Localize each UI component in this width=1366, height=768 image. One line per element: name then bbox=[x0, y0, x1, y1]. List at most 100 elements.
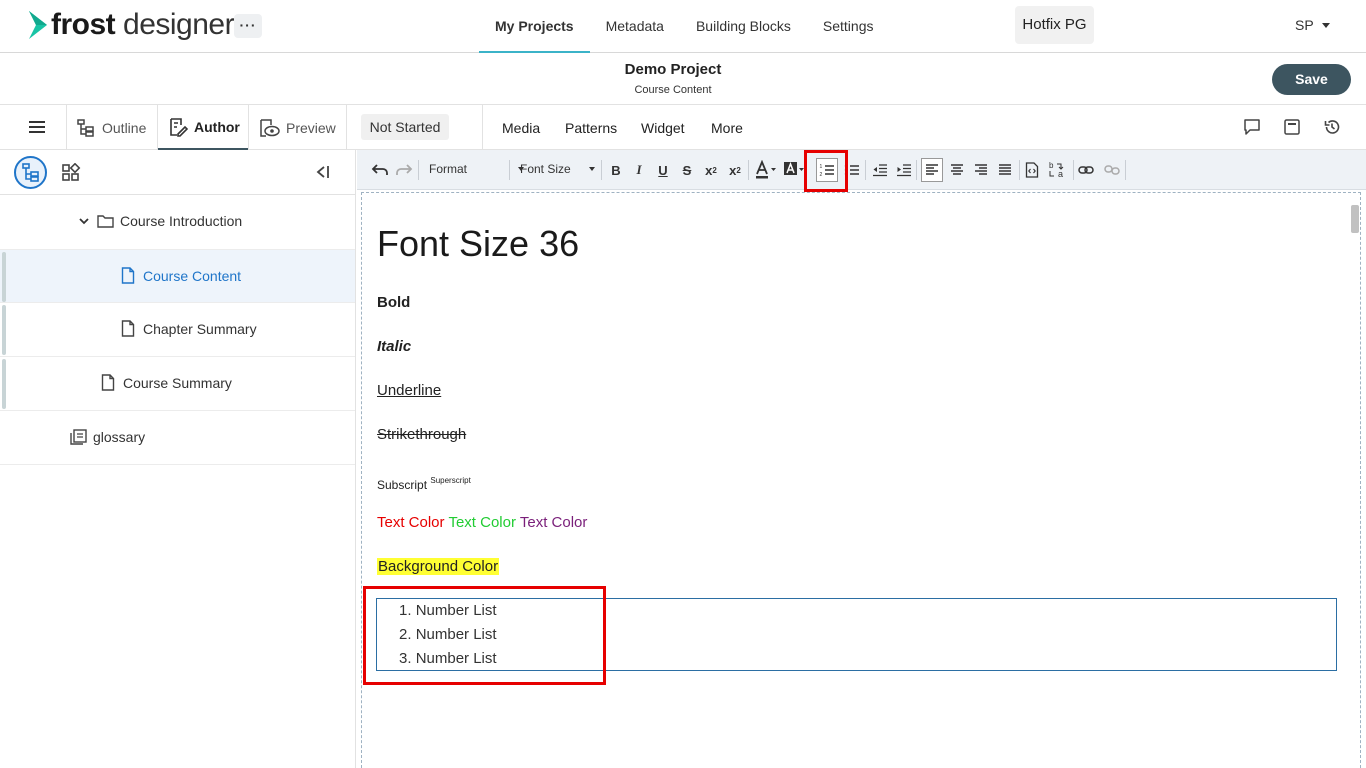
tree-item-label: Course Introduction bbox=[120, 213, 243, 229]
indent-icon bbox=[897, 164, 911, 177]
nav-building-blocks[interactable]: Building Blocks bbox=[680, 0, 807, 53]
align-right-button[interactable] bbox=[972, 159, 990, 181]
hamburger-menu-icon[interactable] bbox=[29, 121, 45, 133]
indent-button[interactable] bbox=[895, 159, 913, 181]
source-code-button[interactable] bbox=[1023, 159, 1041, 181]
tab-preview[interactable]: Preview bbox=[258, 105, 348, 150]
more-options-button[interactable]: ··· bbox=[234, 14, 262, 38]
logo-chevron-icon bbox=[29, 11, 47, 39]
italic-button[interactable]: I bbox=[631, 159, 647, 181]
editor-toolbar: Format Font Size B I U S x2 x2 12 b a bbox=[357, 150, 1366, 190]
blocks-grid-icon[interactable] bbox=[61, 163, 81, 183]
user-initials: SP bbox=[1295, 17, 1314, 33]
superscript-button[interactable]: x2 bbox=[726, 159, 744, 181]
undo-icon[interactable] bbox=[371, 159, 389, 181]
format-label: Format bbox=[429, 162, 468, 176]
tree-item-glossary[interactable]: glossary bbox=[0, 411, 355, 465]
insert-media[interactable]: Media bbox=[502, 105, 540, 150]
tab-author[interactable]: Author bbox=[158, 105, 248, 150]
justify-button[interactable] bbox=[996, 159, 1014, 181]
align-center-icon bbox=[951, 164, 963, 175]
subscript-button[interactable]: x2 bbox=[702, 159, 720, 181]
project-subtitle: Course Content bbox=[634, 84, 712, 96]
history-icon[interactable] bbox=[1323, 118, 1341, 136]
collapse-panel-icon[interactable] bbox=[315, 165, 331, 179]
tab-author-label: Author bbox=[194, 118, 240, 135]
tree-view-button[interactable] bbox=[14, 156, 47, 189]
toolbar-divider bbox=[865, 160, 866, 180]
outdent-button[interactable] bbox=[871, 159, 889, 181]
align-right-icon bbox=[975, 164, 987, 175]
chevron-down-icon[interactable] bbox=[78, 215, 90, 227]
tree-item-course-introduction[interactable]: Course Introduction bbox=[0, 195, 355, 249]
page-icon bbox=[121, 267, 135, 284]
project-header: Demo Project Course Content Save bbox=[0, 53, 1366, 105]
comment-icon[interactable] bbox=[1243, 118, 1261, 136]
content-strikethrough-text[interactable]: Strikethrough bbox=[377, 426, 466, 443]
align-left-button[interactable] bbox=[921, 158, 943, 182]
content-color-text[interactable]: Text Color Text Color Text Color bbox=[377, 514, 587, 531]
content-heading[interactable]: Font Size 36 bbox=[377, 223, 579, 265]
user-menu[interactable]: SP bbox=[1295, 17, 1330, 33]
mode-bar: Outline Author Preview Not Started Media… bbox=[0, 105, 1366, 150]
link-icon bbox=[1078, 166, 1094, 174]
unlink-button[interactable] bbox=[1103, 159, 1121, 181]
caret-down-icon bbox=[1321, 23, 1330, 28]
svg-text:a: a bbox=[1058, 169, 1063, 179]
top-navigation: frost designer ··· My Projects Metadata … bbox=[0, 0, 1366, 53]
toolbar-divider bbox=[1073, 160, 1074, 180]
unlink-icon bbox=[1104, 165, 1120, 175]
insert-link-button[interactable] bbox=[1077, 159, 1095, 181]
panel-icon[interactable] bbox=[1283, 118, 1301, 136]
nav-my-projects[interactable]: My Projects bbox=[479, 0, 590, 53]
main-nav: My Projects Metadata Building Blocks Set… bbox=[479, 0, 890, 53]
status-badge[interactable]: Not Started bbox=[361, 114, 449, 140]
source-code-icon bbox=[1025, 162, 1039, 178]
save-button[interactable]: Save bbox=[1272, 64, 1351, 95]
workspace-selector[interactable]: Hotfix PG bbox=[1015, 6, 1094, 44]
content-underline-text[interactable]: Underline bbox=[377, 382, 441, 399]
content-italic-text[interactable]: Italic bbox=[377, 338, 411, 355]
redo-icon[interactable] bbox=[395, 159, 413, 181]
dropdown-caret-icon bbox=[588, 167, 595, 171]
toolbar-divider bbox=[509, 160, 510, 180]
text-color-button[interactable] bbox=[754, 159, 778, 181]
nav-metadata[interactable]: Metadata bbox=[590, 0, 680, 53]
font-size-dropdown[interactable]: Font Size bbox=[520, 162, 595, 176]
background-color-icon bbox=[784, 161, 804, 175]
tree-item-label: Chapter Summary bbox=[143, 321, 257, 337]
align-center-button[interactable] bbox=[948, 159, 966, 181]
tree-view-icon bbox=[22, 163, 39, 182]
indent-bar bbox=[2, 305, 6, 355]
toolbar-divider bbox=[748, 160, 749, 180]
frost-designer-logo[interactable]: frost designer bbox=[27, 8, 235, 42]
insert-more[interactable]: More bbox=[711, 105, 743, 150]
divider bbox=[346, 105, 347, 150]
page-icon bbox=[101, 374, 115, 391]
superscript-text: Superscript bbox=[430, 476, 471, 485]
glossary-icon bbox=[70, 429, 87, 445]
underline-button[interactable]: U bbox=[655, 159, 671, 181]
strikethrough-button[interactable]: S bbox=[679, 159, 695, 181]
svg-text:b: b bbox=[1049, 161, 1054, 170]
tree-item-chapter-summary[interactable]: Chapter Summary bbox=[0, 303, 355, 357]
page-icon bbox=[121, 320, 135, 337]
nav-settings[interactable]: Settings bbox=[807, 0, 890, 53]
folder-icon bbox=[97, 215, 114, 228]
toolbar-divider bbox=[1019, 160, 1020, 180]
text-color-green: Text Color bbox=[448, 514, 516, 531]
content-sub-super-text[interactable]: Subscript Superscript bbox=[377, 476, 471, 492]
find-replace-button[interactable]: ba bbox=[1047, 159, 1069, 181]
editor-scrollbar[interactable] bbox=[1351, 205, 1359, 233]
tree-item-course-content[interactable]: Course Content bbox=[0, 249, 355, 303]
content-bold-text[interactable]: Bold bbox=[377, 294, 410, 311]
text-color-icon bbox=[756, 160, 776, 179]
tree-item-course-summary[interactable]: Course Summary bbox=[0, 357, 355, 411]
content-background-color-text[interactable]: Background Color bbox=[377, 558, 500, 575]
insert-widget[interactable]: Widget bbox=[641, 105, 685, 150]
bold-button[interactable]: B bbox=[608, 159, 624, 181]
insert-patterns[interactable]: Patterns bbox=[565, 105, 617, 150]
background-color-button[interactable] bbox=[783, 159, 805, 181]
tab-outline[interactable]: Outline bbox=[76, 105, 156, 150]
preview-eye-icon bbox=[260, 118, 280, 137]
